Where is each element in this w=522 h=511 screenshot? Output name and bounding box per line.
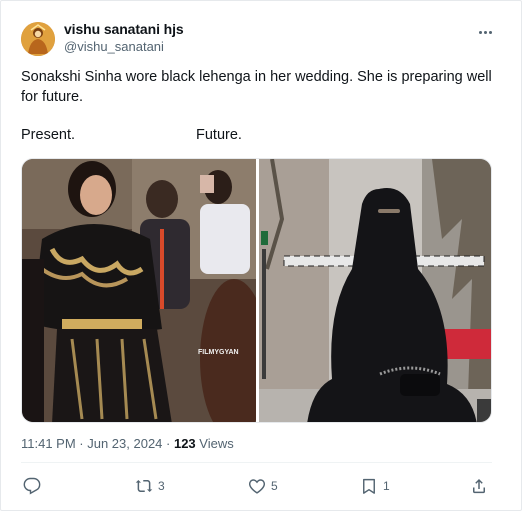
more-icon[interactable]: [473, 23, 497, 41]
tweet-label-present: Present.: [21, 127, 75, 143]
tweet-card: vishu sanatani hjs @vishu_sanatani Sonak…: [0, 0, 522, 511]
bookmark-count: 1: [383, 479, 390, 493]
bookmark-button[interactable]: 1: [360, 473, 390, 499]
heart-icon: [248, 479, 266, 494]
tweet-text-line-1: Sonakshi Sinha wore black lehenga in her…: [21, 69, 492, 85]
tweet-meta: 11:41 PM · Jun 23, 2024 · 123 Views: [21, 436, 234, 451]
retweet-button[interactable]: 3: [135, 473, 165, 499]
action-divider: [21, 462, 492, 463]
media-watermark: FILMYGYAN: [198, 349, 239, 356]
reply-icon: [23, 477, 41, 495]
avatar[interactable]: [21, 22, 55, 56]
author-display-name[interactable]: vishu sanatani hjs: [64, 21, 184, 37]
views-count: 123: [173, 436, 196, 451]
share-icon: [473, 478, 485, 494]
tweet-text-line-2: for future.: [21, 89, 84, 105]
bookmark-icon: [363, 478, 375, 494]
author-handle[interactable]: @vishu_sanatani: [64, 39, 164, 54]
views-label: Views: [195, 436, 234, 451]
share-button[interactable]: [470, 473, 488, 499]
like-button[interactable]: 5: [248, 473, 278, 499]
tweet-timestamp[interactable]: 11:41 PM · Jun 23, 2024 ·: [21, 436, 174, 451]
reply-button[interactable]: [23, 473, 46, 499]
retweet-count: 3: [158, 479, 165, 493]
tweet-media-image[interactable]: FILMYGYAN: [21, 158, 492, 423]
tweet-label-future: Future.: [196, 127, 242, 143]
like-count: 5: [271, 479, 278, 493]
retweet-icon: [135, 480, 153, 492]
